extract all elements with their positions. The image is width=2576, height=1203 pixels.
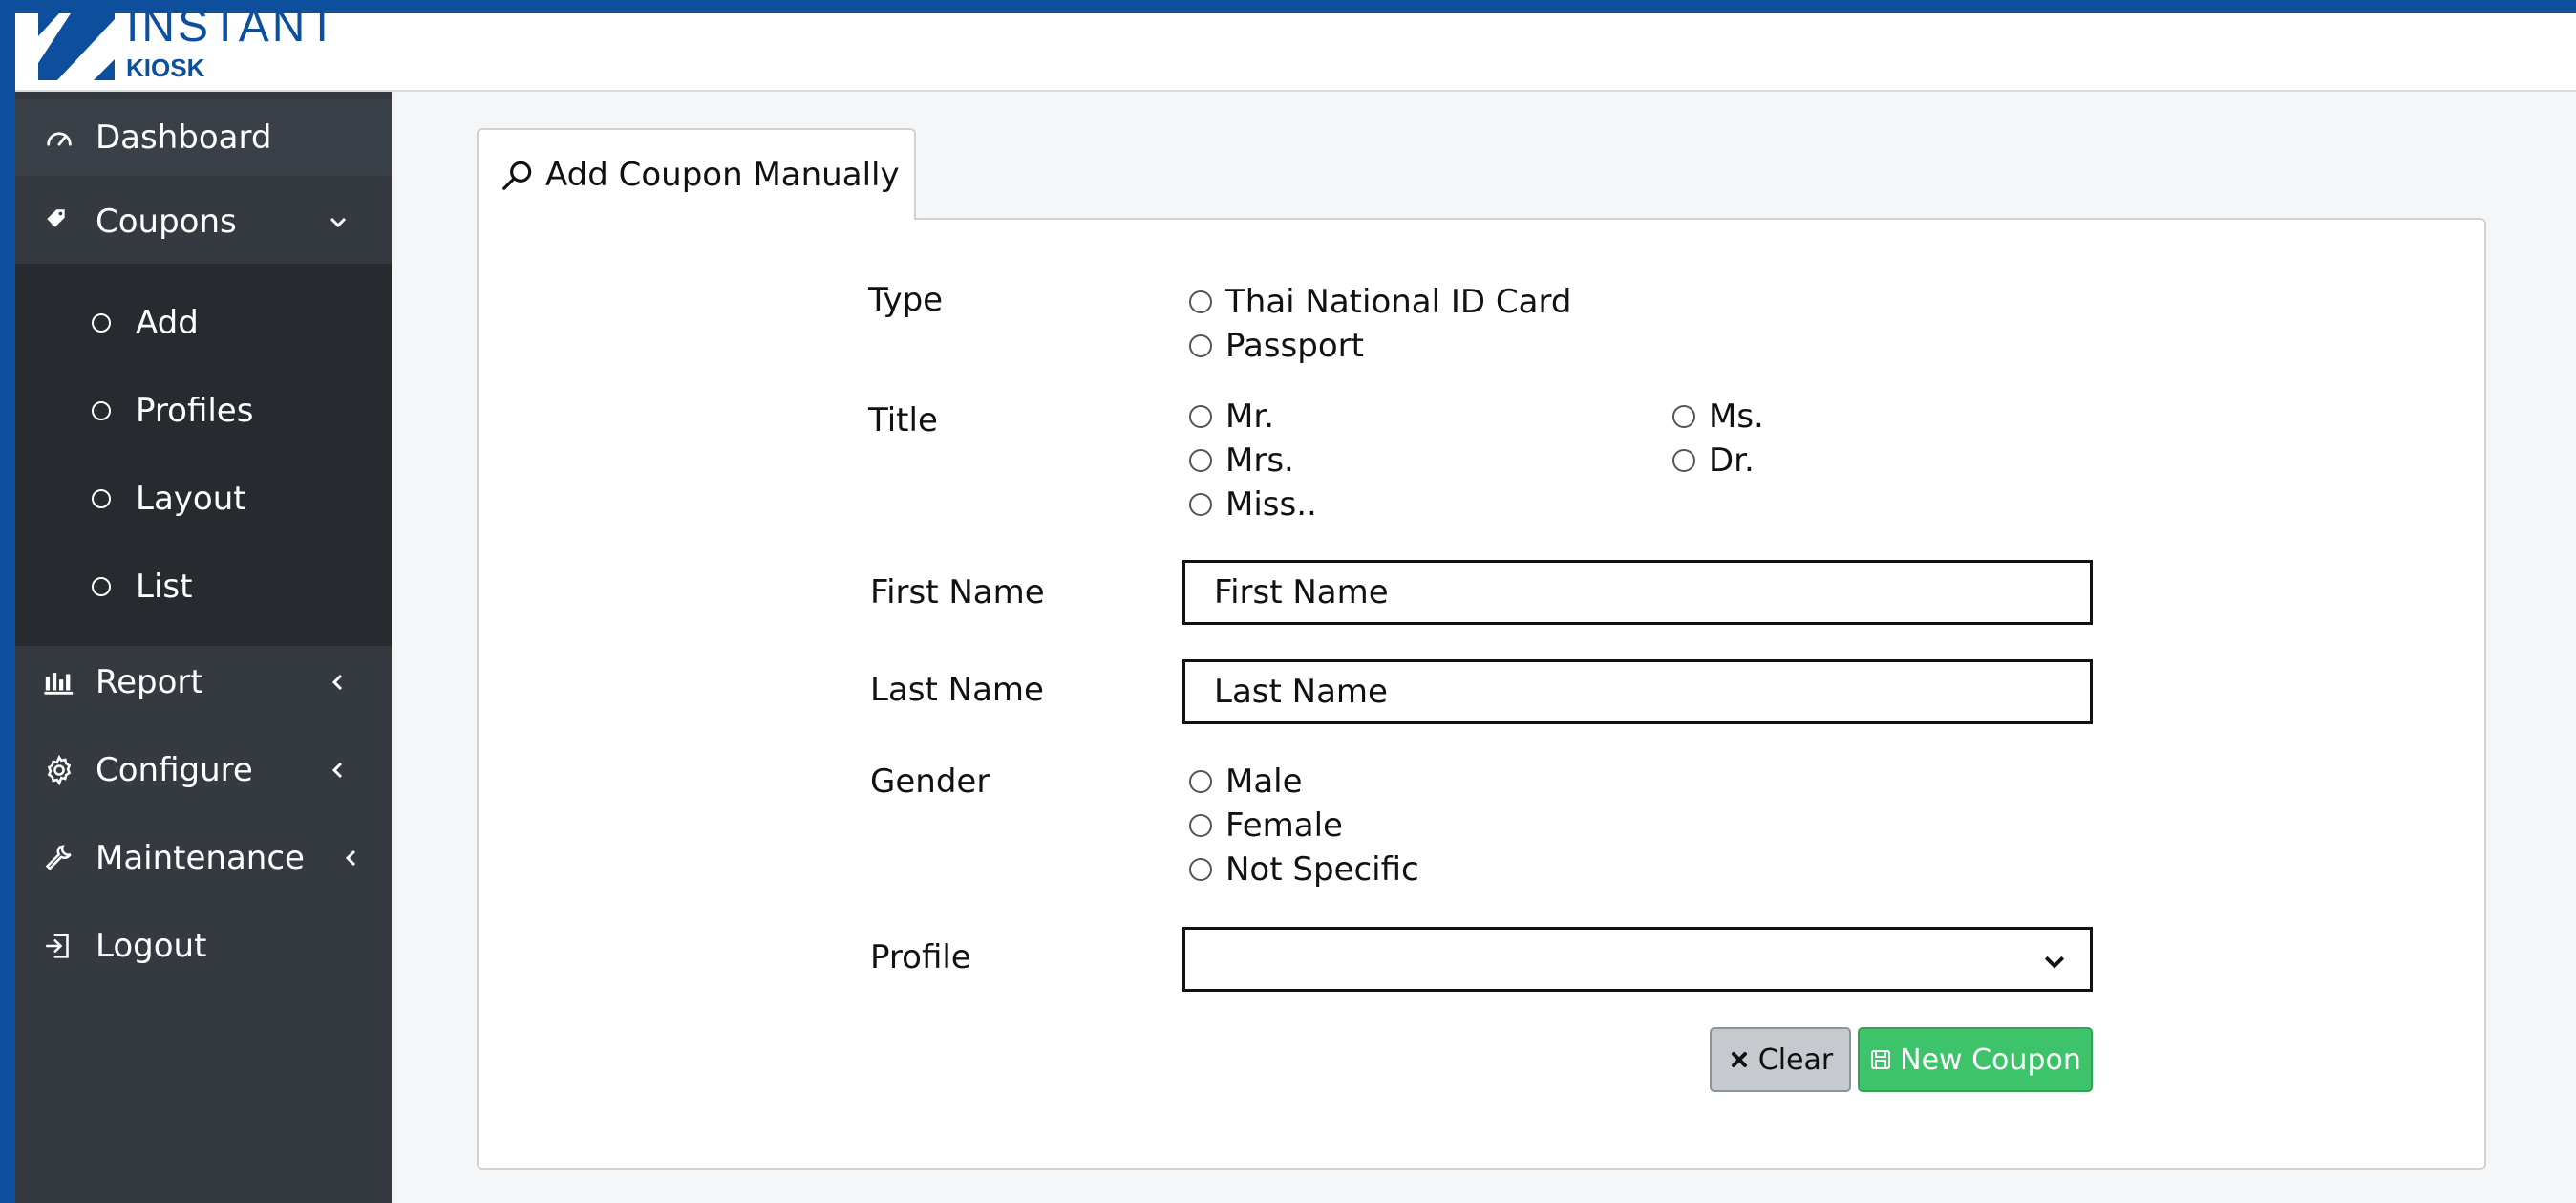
sidebar-subitem-profiles[interactable]: Profiles [15,373,392,449]
sidebar-subitem-label: Layout [136,480,246,518]
first-name-input[interactable] [1182,560,2093,625]
sidebar-subitem-label: Add [136,304,199,342]
window-frame-left [0,0,15,1203]
radio-circle [1189,449,1212,472]
first-name-label: First Name [870,573,1045,612]
bar-chart-icon [40,663,78,701]
type-radio-thai-id[interactable]: Thai National ID Card [1189,283,1571,321]
radio-circle [1189,814,1212,837]
app-window: INSTANT KIOSK Dashboard Coupons Add Prof… [0,0,2576,1203]
sidebar-subitem-list[interactable]: List [15,548,392,625]
type-label: Type [868,281,944,319]
wrench-icon [40,839,78,877]
last-name-input[interactable] [1182,659,2093,724]
radio-label: Dr. [1709,441,1755,480]
sidebar-item-label: Logout [96,927,207,965]
clear-button[interactable]: Clear [1710,1027,1851,1092]
new-coupon-button[interactable]: New Coupon [1858,1027,2093,1092]
circle-icon [92,577,111,596]
chevron-left-icon [323,665,353,699]
gauge-icon [40,118,78,157]
close-icon [1731,1052,1747,1067]
sidebar-item-maintenance[interactable]: Maintenance [15,820,392,896]
brand-sub: KIOSK [126,54,205,82]
sidebar-item-label: Maintenance [96,839,305,877]
radio-label: Ms. [1709,397,1764,436]
sidebar-item-dashboard[interactable]: Dashboard [15,99,392,176]
radio-circle [1189,493,1212,516]
radio-circle [1189,405,1212,428]
radio-label: Not Specific [1225,850,1419,889]
sidebar-subitem-label: Profiles [136,392,254,430]
sidebar-item-configure[interactable]: Configure [15,732,392,808]
gear-icon [40,751,78,789]
sidebar-item-report[interactable]: Report [15,644,392,720]
radio-circle [1189,858,1212,881]
gender-radio-male[interactable]: Male [1189,763,1303,801]
profile-label: Profile [870,938,971,977]
window-frame-top [0,0,2576,13]
radio-label: Thai National ID Card [1225,283,1572,321]
brand-text: INSTANT KIOSK [126,4,339,83]
last-name-label: Last Name [870,671,1044,709]
radio-circle [1189,290,1212,313]
brand-name: INSTANT [126,1,339,52]
sidebar-item-coupons[interactable]: Coupons [15,183,392,260]
radio-label: Male [1225,763,1303,801]
chevron-left-icon [323,753,353,787]
title-radio-miss[interactable]: Miss.. [1189,485,1317,524]
radio-circle [1189,770,1212,793]
type-radio-passport[interactable]: Passport [1189,327,1364,365]
sidebar-item-label: Dashboard [96,118,272,157]
radio-label: Miss.. [1225,485,1317,524]
brand-logo[interactable]: INSTANT KIOSK [38,4,339,84]
title-radio-ms[interactable]: Ms. [1672,397,1764,436]
profile-select[interactable] [1182,927,2093,992]
radio-circle [1672,405,1695,428]
top-header: INSTANT KIOSK [15,4,2576,92]
new-coupon-button-label: New Coupon [1900,1042,2081,1077]
radio-label: Mrs. [1225,441,1294,480]
circle-icon [92,489,111,508]
title-radio-mrs[interactable]: Mrs. [1189,441,1294,480]
sidebar-item-label: Configure [96,751,253,789]
coupons-submenu: Add Profiles Layout List [15,264,392,646]
circle-icon [92,313,111,333]
tab-label: Add Coupon Manually [545,156,900,194]
chevron-down-icon [323,204,353,239]
radio-circle [1672,449,1695,472]
radio-label: Female [1225,806,1343,845]
chevron-down-icon [2044,956,2065,969]
gender-radio-not-specific[interactable]: Not Specific [1189,850,1419,889]
sidebar-item-logout[interactable]: Logout [15,908,392,984]
search-icon [502,161,532,190]
sidebar-item-label: Coupons [96,203,237,241]
chevron-left-icon [336,841,367,875]
sidebar-subitem-add[interactable]: Add [15,285,392,361]
circle-icon [92,401,111,420]
sidebar-subitem-layout[interactable]: Layout [15,461,392,537]
tags-icon [40,203,78,241]
title-radio-dr[interactable]: Dr. [1672,441,1755,480]
save-icon [1871,1050,1891,1069]
sidebar-item-label: Report [96,663,203,701]
gender-radio-female[interactable]: Female [1189,806,1343,845]
clear-button-label: Clear [1757,1042,1834,1077]
sidebar-subitem-label: List [136,568,193,606]
sidebar: Dashboard Coupons Add Profiles Layout Li… [15,92,392,1203]
instant-logo-icon [38,13,115,80]
tab-add-coupon-manually[interactable]: Add Coupon Manually [477,128,916,220]
title-label: Title [868,401,938,440]
radio-label: Passport [1225,327,1364,365]
radio-label: Mr. [1225,397,1274,436]
title-radio-mr[interactable]: Mr. [1189,397,1274,436]
logout-icon [40,927,78,965]
radio-circle [1189,334,1212,357]
gender-label: Gender [870,763,990,801]
